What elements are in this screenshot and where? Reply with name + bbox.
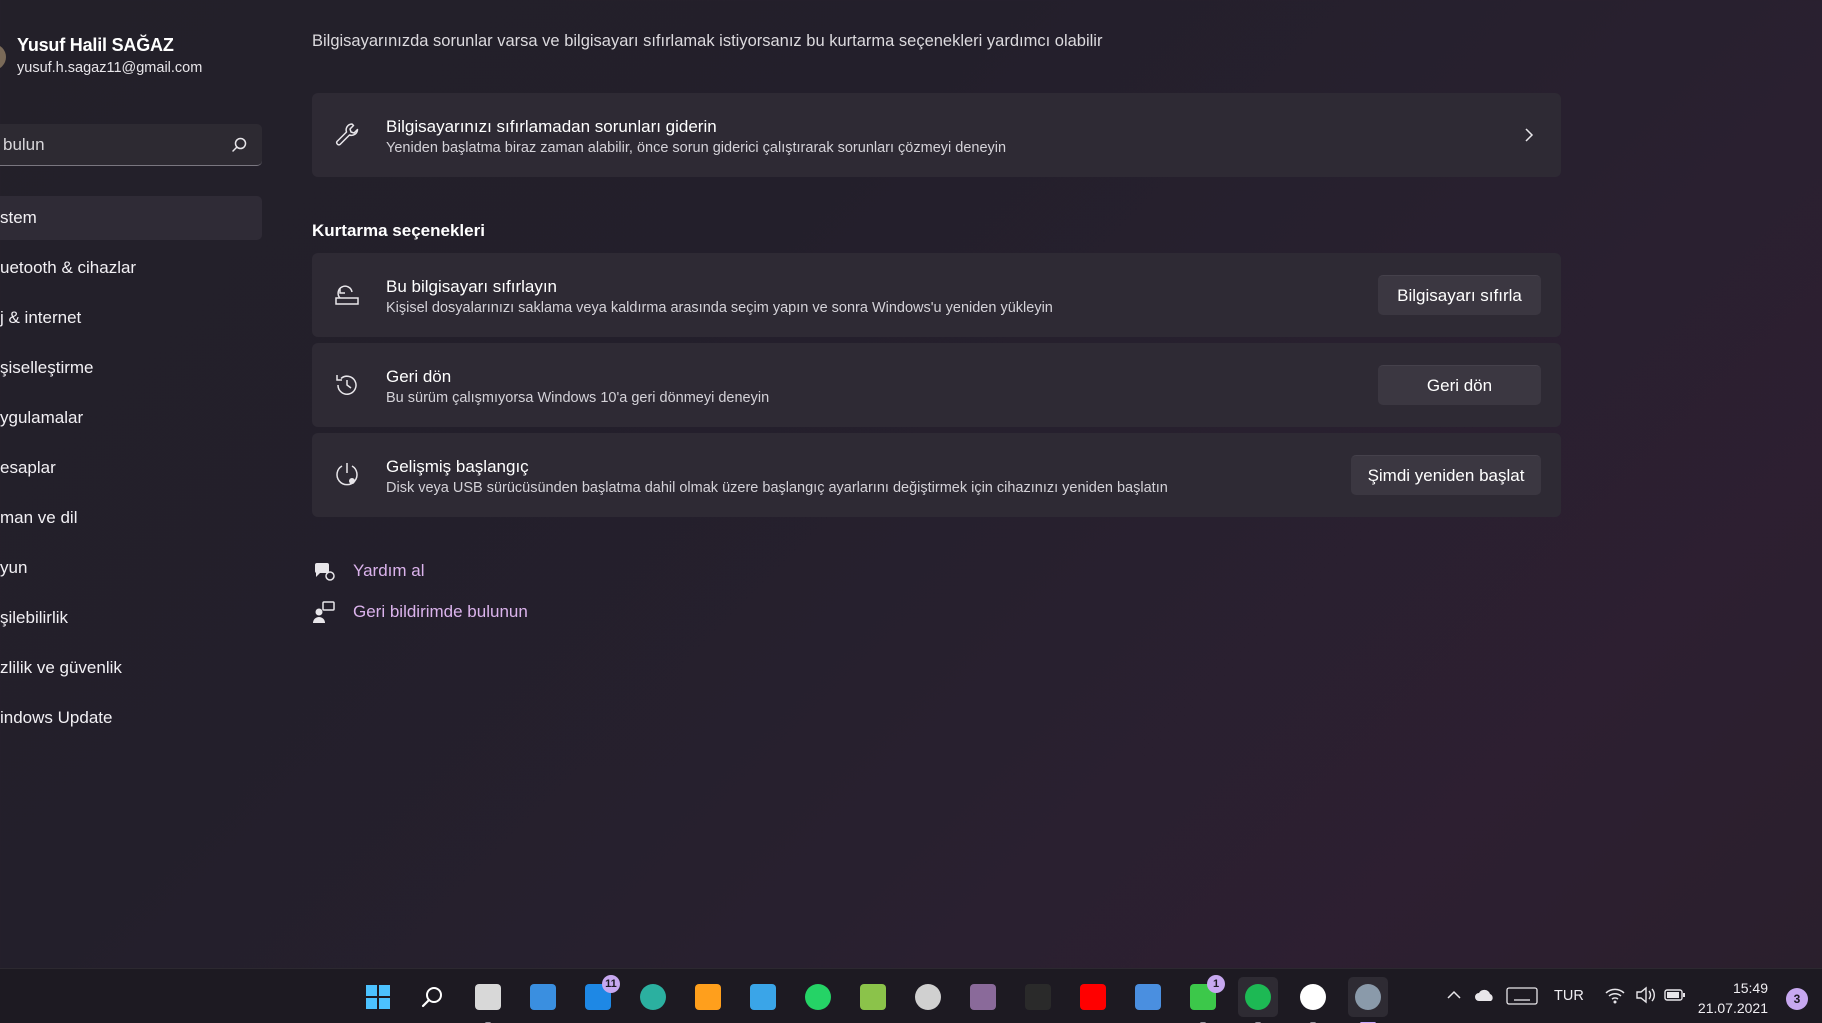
- go-back-card: Geri dön Bu sürüm çalışmıyorsa Windows 1…: [312, 343, 1561, 427]
- clock-date[interactable]: 21.07.2021: [1698, 1000, 1768, 1016]
- get-help-link[interactable]: Yardım al: [312, 557, 512, 587]
- taskbar-bluestacks-button[interactable]: [853, 977, 893, 1017]
- taskbar-search-button[interactable]: [413, 977, 453, 1017]
- language-indicator[interactable]: TUR: [1554, 988, 1584, 1004]
- start-icon: [365, 984, 391, 1010]
- get-help-label: Yardım al: [353, 561, 425, 580]
- edge-icon: [640, 984, 666, 1010]
- section-title: Kurtarma seçenekleri: [312, 221, 485, 240]
- sidebar: Yusuf Halil SAĞAZ yusuf.h.sagaz11@gmail.…: [0, 0, 290, 968]
- taskbar-xbox-button[interactable]: [1293, 977, 1333, 1023]
- advanced-startup-desc: Disk veya USB sürücüsünden başlatma dahi…: [386, 480, 1168, 496]
- history-icon: [336, 375, 357, 395]
- sidebar-item-network[interactable]: j & internet: [0, 296, 262, 340]
- battery-icon[interactable]: [1664, 987, 1686, 1003]
- game-icon: [970, 984, 996, 1010]
- advanced-startup-icon: [336, 463, 358, 486]
- teams-icon: [1135, 984, 1161, 1010]
- store-badge: 11: [602, 975, 620, 993]
- advanced-startup-title: Gelişmiş başlangıç: [386, 457, 529, 476]
- taskbar-spotify-button[interactable]: [1238, 977, 1278, 1023]
- troubleshoot-card[interactable]: Bilgisayarınızı sıfırlamadan sorunları g…: [312, 93, 1561, 177]
- taskbar-youtube-button[interactable]: [1073, 977, 1113, 1017]
- whatsapp-icon: [805, 984, 831, 1010]
- go-back-button[interactable]: Geri dön: [1378, 365, 1541, 405]
- wifi-icon[interactable]: [1604, 985, 1626, 1005]
- epic-games-icon: [1025, 984, 1051, 1010]
- search-icon[interactable]: [230, 136, 248, 154]
- taskbar-snip-button[interactable]: [688, 977, 728, 1017]
- sidebar-item-bluetooth[interactable]: uetooth & cihazlar: [0, 246, 262, 290]
- reset-pc-title: Bu bilgisayarı sıfırlayın: [386, 277, 558, 296]
- avatar[interactable]: [0, 44, 6, 70]
- youtube-icon: [1080, 984, 1106, 1010]
- widgets-icon: [530, 984, 556, 1010]
- volume-icon[interactable]: [1634, 985, 1656, 1005]
- chevron-right-icon: [1525, 128, 1534, 142]
- profile-email: yusuf.h.sagaz11@gmail.com: [17, 60, 203, 76]
- search-icon: [420, 984, 446, 1010]
- sidebar-item-accessibility[interactable]: şilebilirlik: [0, 596, 262, 640]
- xbox-icon: [1300, 984, 1326, 1010]
- onedrive-icon[interactable]: [1474, 987, 1496, 1005]
- sidebar-item-gaming[interactable]: yun: [0, 546, 262, 590]
- bluestacks-icon: [860, 984, 886, 1010]
- taskbar-obs-button[interactable]: [908, 977, 948, 1017]
- sidebar-item-time-language[interactable]: man ve dil: [0, 496, 262, 540]
- search-input-text: bulun: [3, 135, 45, 154]
- taskbar-store-button[interactable]: 11: [578, 975, 620, 1017]
- feedback-icon: [313, 601, 335, 623]
- troubleshoot-desc: Yeniden başlatma biraz zaman alabilir, ö…: [386, 140, 1007, 156]
- sidebar-item-accounts[interactable]: esaplar: [0, 446, 262, 490]
- reset-pc-card: Bu bilgisayarı sıfırlayın Kişisel dosyal…: [312, 253, 1561, 337]
- sidebar-item-system[interactable]: stem: [0, 196, 262, 240]
- taskbar: 11 1 TUR 15:49 21.07.2021 3: [0, 968, 1822, 1023]
- taskbar-file-explorer-button[interactable]: [743, 977, 783, 1017]
- taskbar-game-button[interactable]: [963, 977, 1003, 1017]
- taskbar-whatsapp-button[interactable]: [798, 977, 838, 1017]
- reset-pc-button[interactable]: Bilgisayarı sıfırla: [1378, 275, 1541, 315]
- file-explorer-icon: [750, 984, 776, 1010]
- intro-text: Bilgisayarınızda sorunlar varsa ve bilgi…: [312, 32, 1103, 50]
- sidebar-item-privacy-security[interactable]: zlilik ve güvenlik: [0, 646, 262, 690]
- reset-pc-desc: Kişisel dosyalarınızı saklama veya kaldı…: [386, 300, 1053, 316]
- keyboard-icon[interactable]: [1506, 986, 1538, 1006]
- taskbar-task-view-button[interactable]: [468, 977, 508, 1023]
- advanced-startup-card: Gelişmiş başlangıç Disk veya USB sürücüs…: [312, 433, 1561, 517]
- taskbar-epic-games-button[interactable]: [1018, 977, 1058, 1017]
- help-chat-icon: [314, 563, 335, 581]
- give-feedback-link[interactable]: Geri bildirimde bulunun: [312, 598, 562, 628]
- sidebar-item-windows-update[interactable]: indows Update: [0, 696, 262, 740]
- troubleshoot-title: Bilgisayarınızı sıfırlamadan sorunları g…: [386, 117, 717, 136]
- sidebar-item-personalization[interactable]: şiselleştirme: [0, 346, 262, 390]
- taskbar-power-button[interactable]: 1: [1183, 975, 1225, 1023]
- taskbar-settings-button[interactable]: [1348, 977, 1388, 1023]
- notification-badge[interactable]: 3: [1786, 988, 1808, 1010]
- task-view-icon: [475, 984, 501, 1010]
- reset-pc-icon: [335, 285, 359, 305]
- give-feedback-label: Geri bildirimde bulunun: [353, 602, 528, 621]
- chevron-up-icon[interactable]: [1446, 987, 1462, 1003]
- profile-name: Yusuf Halil SAĞAZ: [17, 35, 174, 55]
- taskbar-start-button[interactable]: [358, 977, 398, 1017]
- taskbar-widgets-button[interactable]: [523, 977, 563, 1017]
- wrench-icon: [335, 123, 359, 146]
- restart-now-button[interactable]: Şimdi yeniden başlat: [1351, 455, 1541, 495]
- clock-time[interactable]: 15:49: [1733, 980, 1768, 996]
- power-badge: 1: [1207, 975, 1225, 993]
- go-back-desc: Bu sürüm çalışmıyorsa Windows 10'a geri …: [386, 390, 770, 406]
- spotify-icon: [1245, 984, 1271, 1010]
- settings-icon: [1355, 984, 1381, 1010]
- search-input[interactable]: bulun: [0, 124, 262, 166]
- go-back-title: Geri dön: [386, 367, 452, 386]
- taskbar-teams-button[interactable]: [1128, 977, 1168, 1017]
- sidebar-item-apps[interactable]: ygulamalar: [0, 396, 262, 440]
- snip-icon: [695, 984, 721, 1010]
- obs-icon: [915, 984, 941, 1010]
- taskbar-edge-button[interactable]: [633, 977, 673, 1017]
